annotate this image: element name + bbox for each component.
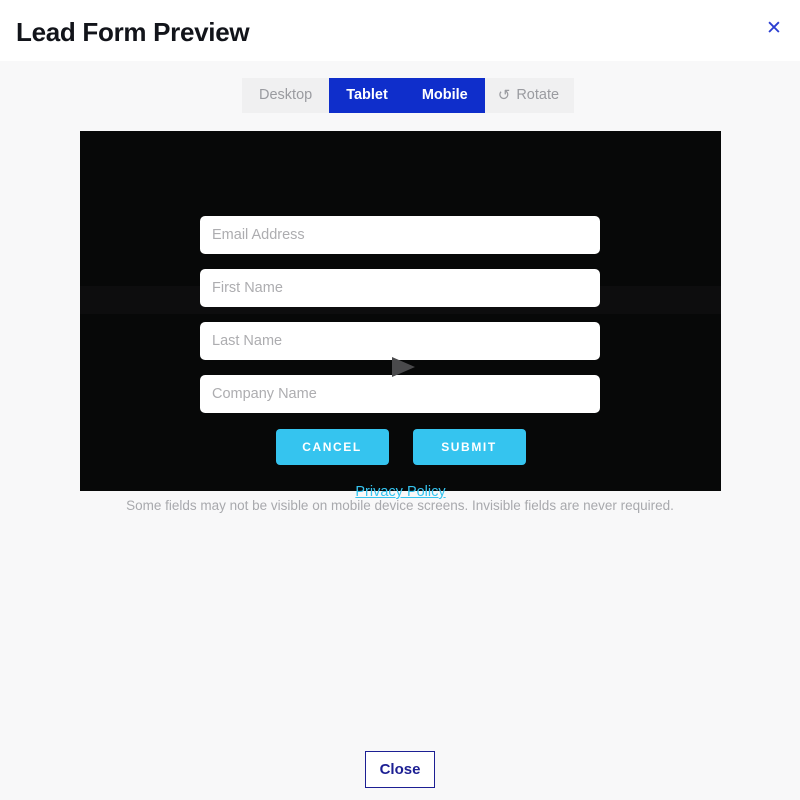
submit-button[interactable]: Submit	[412, 429, 526, 465]
device-toggle-group: Desktop Tablet Mobile ↺ Rotate	[242, 78, 575, 113]
rotate-ccw-icon: ↺	[497, 87, 511, 104]
helper-note: Some fields may not be visible on mobile…	[126, 498, 674, 513]
close-x-icon[interactable]: ✕	[760, 14, 788, 42]
rotate-button-label: Rotate	[516, 87, 560, 104]
device-btn-mobile[interactable]: Mobile	[404, 78, 485, 113]
first-name-field[interactable]	[200, 269, 600, 307]
company-name-field[interactable]	[200, 375, 600, 413]
last-name-field[interactable]	[200, 322, 600, 360]
play-triangle-icon	[392, 357, 415, 377]
rotate-button[interactable]: ↺ Rotate	[484, 78, 575, 113]
modal-footer: Close	[0, 740, 800, 800]
form-preview-canvas: Cancel Submit Privacy Policy	[80, 131, 721, 500]
cancel-button[interactable]: Cancel	[275, 429, 389, 465]
page-title: Lead Form Preview	[16, 17, 250, 47]
form-actions: Cancel Submit	[80, 429, 721, 465]
close-button[interactable]: Close	[364, 751, 436, 788]
device-btn-desktop[interactable]: Desktop	[242, 78, 330, 113]
device-btn-tablet[interactable]: Tablet	[329, 78, 405, 113]
email-field[interactable]	[200, 216, 600, 254]
modal-header: Lead Form Preview ✕	[0, 0, 800, 61]
modal-body: Desktop Tablet Mobile ↺ Rotate Cancel Su…	[0, 61, 800, 740]
